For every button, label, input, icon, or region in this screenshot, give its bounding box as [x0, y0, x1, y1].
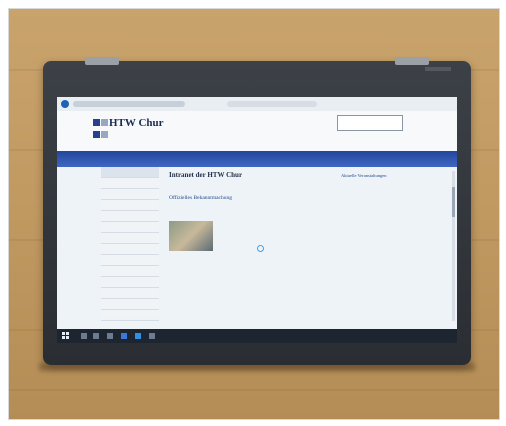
- sidebar-nav: [101, 167, 159, 321]
- logo-mark: [425, 67, 451, 71]
- login-box[interactable]: [337, 115, 403, 131]
- screen: HTW Chur Intranet der HTW Chur Offiziell…: [57, 97, 457, 343]
- task-view-icon[interactable]: [93, 333, 99, 339]
- post-image: [169, 221, 213, 251]
- login-box-text: [338, 116, 402, 120]
- explorer-icon[interactable]: [107, 333, 113, 339]
- url-field[interactable]: [73, 101, 185, 107]
- sidebar-item[interactable]: [101, 244, 159, 255]
- sidebar-item[interactable]: [101, 299, 159, 310]
- touch-cursor-icon: [257, 245, 264, 252]
- edge-browser-icon[interactable]: [135, 333, 141, 339]
- right-column-heading: Aktuelle Veranstaltungen: [341, 173, 387, 178]
- start-button[interactable]: [62, 332, 70, 340]
- main-content: Intranet der HTW Chur Offizielles Bekann…: [169, 171, 329, 321]
- sidebar-item[interactable]: [101, 266, 159, 277]
- sidebar-item[interactable]: [101, 189, 159, 200]
- site-brand[interactable]: HTW Chur: [109, 117, 164, 129]
- wood-grain: [9, 389, 499, 391]
- store-icon[interactable]: [121, 333, 127, 339]
- hinge-right: [395, 57, 429, 65]
- sidebar-item[interactable]: [101, 255, 159, 266]
- sidebar-item[interactable]: [101, 167, 159, 178]
- sidebar-item[interactable]: [101, 277, 159, 288]
- sidebar-item[interactable]: [101, 200, 159, 211]
- site-header: HTW Chur: [57, 111, 457, 151]
- logo-square: [101, 119, 108, 126]
- header-banner: [57, 151, 457, 167]
- sidebar-item[interactable]: [101, 211, 159, 222]
- sidebar-item[interactable]: [101, 178, 159, 189]
- browser-address-bar[interactable]: [57, 97, 457, 112]
- scrollbar-thumb[interactable]: [452, 187, 455, 217]
- search-field[interactable]: [227, 101, 317, 107]
- post-title[interactable]: Offizielles Bekanntmachung: [169, 195, 329, 201]
- page-title: Intranet der HTW Chur: [169, 171, 243, 179]
- sidebar-item[interactable]: [101, 233, 159, 244]
- hinge-left: [85, 57, 119, 65]
- second-post: [169, 269, 329, 271]
- search-icon[interactable]: [81, 333, 87, 339]
- back-button[interactable]: [61, 100, 69, 108]
- logo-square: [101, 131, 108, 138]
- laptop-tablet: HTW Chur Intranet der HTW Chur Offiziell…: [43, 57, 471, 365]
- photo-background: HTW Chur Intranet der HTW Chur Offiziell…: [8, 8, 500, 420]
- app-icon[interactable]: [149, 333, 155, 339]
- taskbar: [57, 329, 457, 343]
- logo-square: [93, 131, 100, 138]
- sidebar-item[interactable]: [101, 288, 159, 299]
- right-column: Aktuelle Veranstaltungen: [341, 173, 421, 186]
- sidebar-item[interactable]: [101, 222, 159, 233]
- sidebar-item[interactable]: [101, 310, 159, 321]
- logo-square: [93, 119, 100, 126]
